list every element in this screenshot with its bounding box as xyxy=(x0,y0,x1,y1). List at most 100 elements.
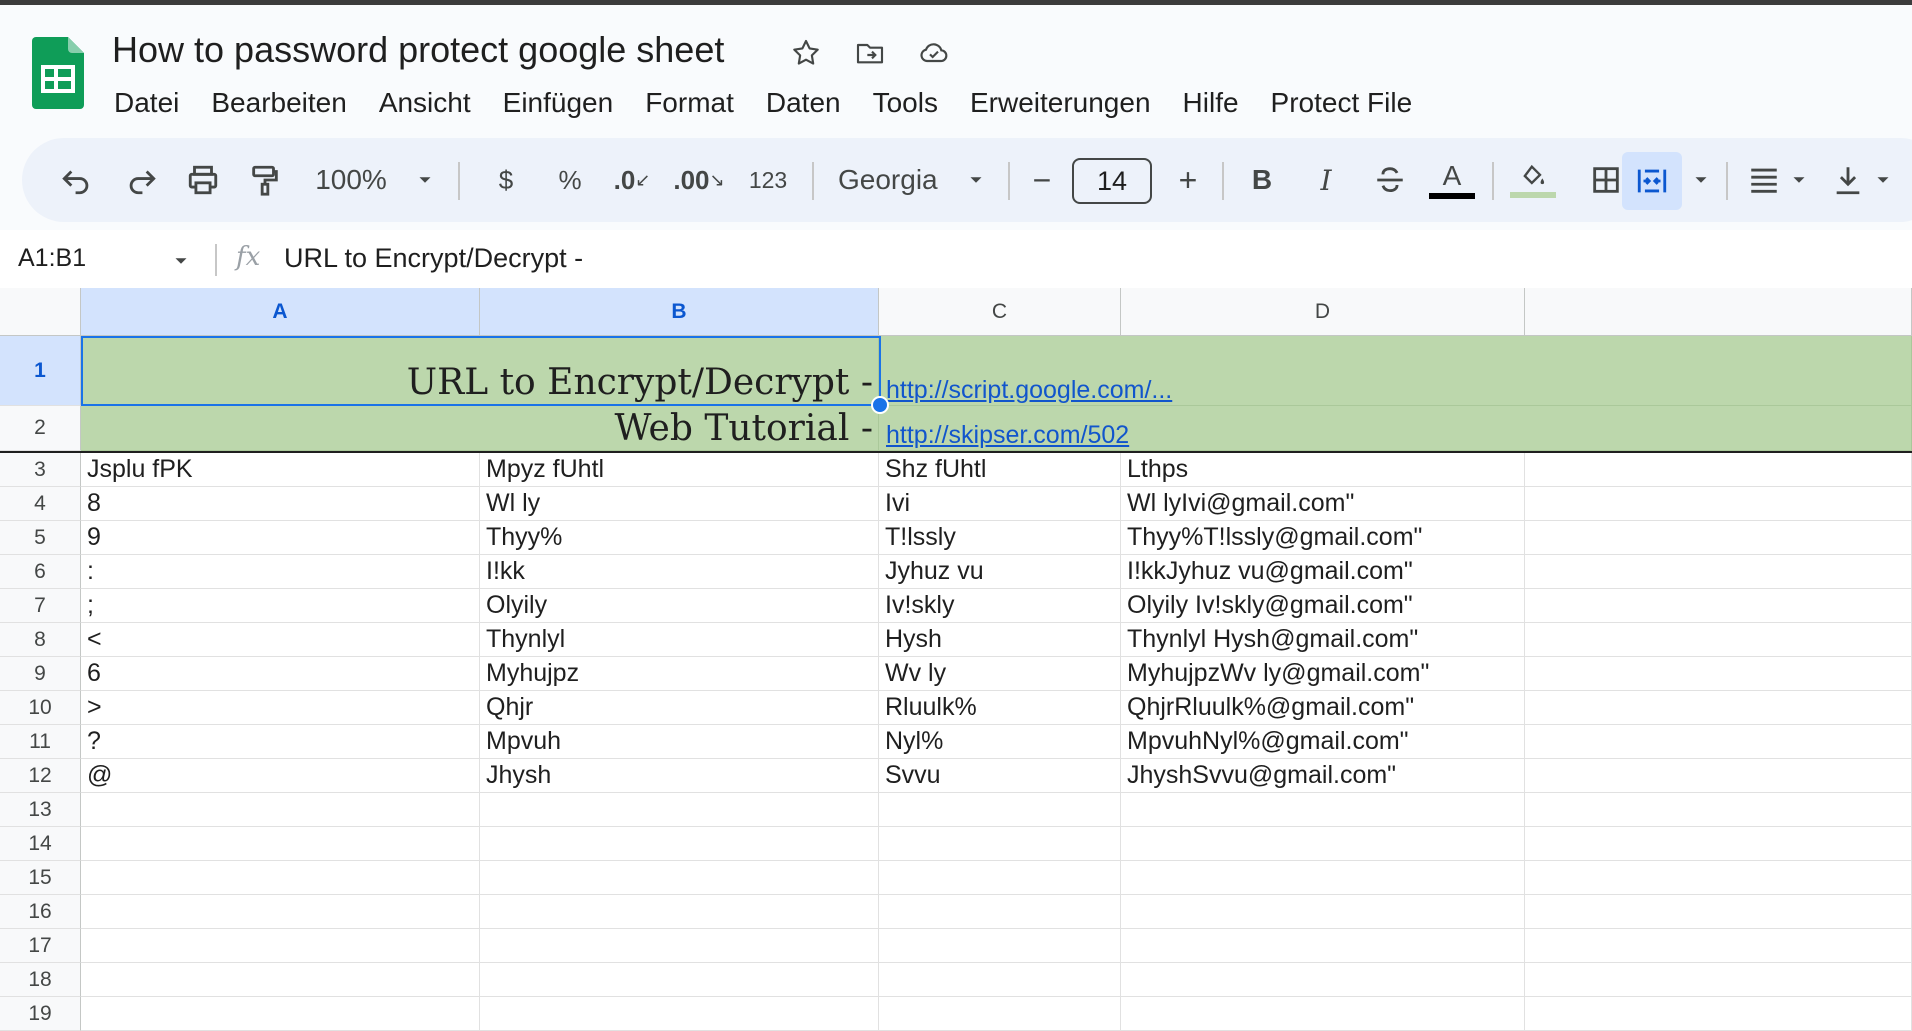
column-header-e[interactable] xyxy=(1525,288,1912,336)
cell-d3[interactable]: Lthps xyxy=(1121,453,1525,487)
cell-c17[interactable] xyxy=(879,929,1121,963)
font-family-select[interactable]: Georgia xyxy=(828,138,968,222)
menu-datei[interactable]: Datei xyxy=(98,81,195,125)
script-link[interactable]: http://script.google.com/... xyxy=(886,376,1172,405)
align-chevron-down-icon[interactable] xyxy=(1784,138,1814,222)
cell-b5[interactable]: Thyy% xyxy=(480,521,879,555)
row-header[interactable]: 15 xyxy=(0,861,81,895)
merge-chevron-down-icon[interactable] xyxy=(1686,138,1716,222)
cell-e12[interactable] xyxy=(1525,759,1912,793)
menu-ansicht[interactable]: Ansicht xyxy=(363,81,487,125)
cell-b9[interactable]: Myhujpz xyxy=(480,657,879,691)
text-color-button[interactable]: A xyxy=(1428,138,1476,222)
menu-einfuegen[interactable]: Einfügen xyxy=(487,81,630,125)
cell-e11[interactable] xyxy=(1525,725,1912,759)
cell-d9[interactable]: MyhujpzWv ly@gmail.com" xyxy=(1121,657,1525,691)
cell-e17[interactable] xyxy=(1525,929,1912,963)
cell-e6[interactable] xyxy=(1525,555,1912,589)
cell-c6[interactable]: Jyhuz vu xyxy=(879,555,1121,589)
cell-d7[interactable]: Olyily Iv!skly@gmail.com" xyxy=(1121,589,1525,623)
fill-handle[interactable] xyxy=(871,396,889,414)
row-header[interactable]: 5 xyxy=(0,521,81,555)
increase-decimal-button[interactable]: .00 ↘ xyxy=(670,138,728,222)
cell-c8[interactable]: Hysh xyxy=(879,623,1121,657)
row-header[interactable]: 7 xyxy=(0,589,81,623)
zoom-chevron-down-icon[interactable] xyxy=(410,138,440,222)
increase-font-size-button[interactable]: + xyxy=(1168,138,1208,222)
cell-a19[interactable] xyxy=(81,997,480,1031)
cloud-saved-icon[interactable] xyxy=(916,35,952,71)
cell-d5[interactable]: Thyy%T!lssly@gmail.com" xyxy=(1121,521,1525,555)
cell-c12[interactable]: Svvu xyxy=(879,759,1121,793)
undo-icon[interactable] xyxy=(52,138,102,222)
cell-a14[interactable] xyxy=(81,827,480,861)
cell-e7[interactable] xyxy=(1525,589,1912,623)
cell-b13[interactable] xyxy=(480,793,879,827)
cell-d6[interactable]: I!kkJyhuz vu@gmail.com" xyxy=(1121,555,1525,589)
cell-a11[interactable]: ? xyxy=(81,725,480,759)
cell-b6[interactable]: I!kk xyxy=(480,555,879,589)
cell-b7[interactable]: Olyily xyxy=(480,589,879,623)
row-header[interactable]: 6 xyxy=(0,555,81,589)
cell-c18[interactable] xyxy=(879,963,1121,997)
merge-cells-icon[interactable] xyxy=(1622,152,1682,210)
vertical-align-icon[interactable] xyxy=(1828,138,1868,222)
italic-button[interactable]: I xyxy=(1304,138,1348,222)
row-header[interactable]: 19 xyxy=(0,997,81,1031)
row-header[interactable]: 4 xyxy=(0,487,81,521)
cell-e5[interactable] xyxy=(1525,521,1912,555)
cell-b3[interactable]: Mpyz fUhtl xyxy=(480,453,879,487)
formula-input[interactable]: URL to Encrypt/Decrypt - xyxy=(284,243,583,274)
row-header[interactable]: 12 xyxy=(0,759,81,793)
row-header[interactable]: 17 xyxy=(0,929,81,963)
cell-a12[interactable]: @ xyxy=(81,759,480,793)
font-size-input[interactable]: 14 xyxy=(1072,158,1152,204)
paint-format-icon[interactable] xyxy=(240,138,290,222)
print-icon[interactable] xyxy=(178,138,228,222)
cell-d16[interactable] xyxy=(1121,895,1525,929)
cell-b8[interactable]: Thynlyl xyxy=(480,623,879,657)
cell-c9[interactable]: Wv ly xyxy=(879,657,1121,691)
cell-a6[interactable]: : xyxy=(81,555,480,589)
cell-b4[interactable]: Wl ly xyxy=(480,487,879,521)
cell-e4[interactable] xyxy=(1525,487,1912,521)
horizontal-align-icon[interactable] xyxy=(1744,138,1784,222)
tutorial-link[interactable]: http://skipser.com/502 xyxy=(886,421,1129,450)
cell-e13[interactable] xyxy=(1525,793,1912,827)
cell-b16[interactable] xyxy=(480,895,879,929)
cell-a3[interactable]: Jsplu fPK xyxy=(81,453,480,487)
zoom-select[interactable]: 100% xyxy=(306,138,396,222)
cell-c4[interactable]: Ivi xyxy=(879,487,1121,521)
cell-c3[interactable]: Shz fUhtl xyxy=(879,453,1121,487)
cell-e15[interactable] xyxy=(1525,861,1912,895)
decrease-decimal-button[interactable]: .0 ↙ xyxy=(607,138,657,222)
row-header[interactable]: 18 xyxy=(0,963,81,997)
name-box-chevron-down-icon[interactable] xyxy=(170,250,192,272)
cell-d18[interactable] xyxy=(1121,963,1525,997)
cell-b12[interactable]: Jhysh xyxy=(480,759,879,793)
star-icon[interactable] xyxy=(788,35,824,71)
row-header[interactable]: 10 xyxy=(0,691,81,725)
cell-b10[interactable]: Qhjr xyxy=(480,691,879,725)
cell-b14[interactable] xyxy=(480,827,879,861)
cell-c19[interactable] xyxy=(879,997,1121,1031)
cell-a7[interactable]: ; xyxy=(81,589,480,623)
cell-d4[interactable]: Wl lyIvi@gmail.com" xyxy=(1121,487,1525,521)
cell-d19[interactable] xyxy=(1121,997,1525,1031)
cell-b19[interactable] xyxy=(480,997,879,1031)
valign-chevron-down-icon[interactable] xyxy=(1868,138,1898,222)
cell-a18[interactable] xyxy=(81,963,480,997)
row-header[interactable]: 14 xyxy=(0,827,81,861)
cell-e9[interactable] xyxy=(1525,657,1912,691)
bold-button[interactable]: B xyxy=(1240,138,1284,222)
number-format-button[interactable]: 123 xyxy=(738,138,798,222)
fill-color-button[interactable] xyxy=(1508,138,1558,222)
cell-e16[interactable] xyxy=(1525,895,1912,929)
move-folder-icon[interactable] xyxy=(852,35,888,71)
cell-a15[interactable] xyxy=(81,861,480,895)
cell-d13[interactable] xyxy=(1121,793,1525,827)
row-header[interactable]: 16 xyxy=(0,895,81,929)
cell-d17[interactable] xyxy=(1121,929,1525,963)
cell-c13[interactable] xyxy=(879,793,1121,827)
cell-e18[interactable] xyxy=(1525,963,1912,997)
